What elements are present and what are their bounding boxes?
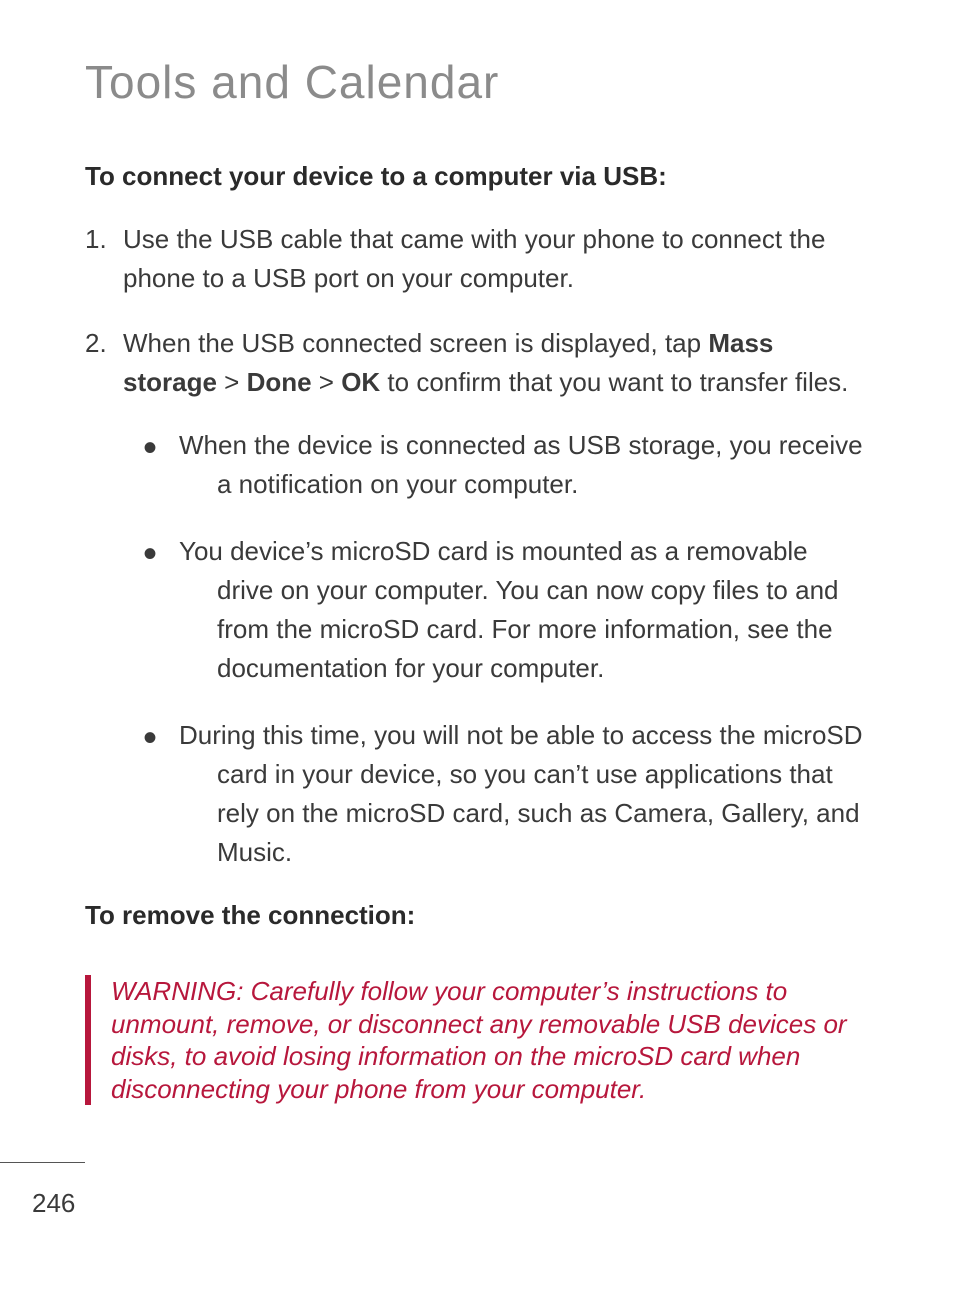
- bullet-item: You device’s microSD card is mounted as …: [181, 532, 869, 688]
- bullet-item: During this time, you will not be able t…: [181, 716, 869, 872]
- page-number-rule: [0, 1162, 85, 1163]
- step-2: 2.When the USB connected screen is displ…: [85, 324, 869, 872]
- step-1-text: Use the USB cable that came with your ph…: [123, 224, 825, 293]
- step-1-number: 1.: [85, 220, 123, 259]
- step-2-sep2: >: [312, 367, 342, 397]
- document-page: Tools and Calendar To connect your devic…: [0, 0, 954, 1105]
- step-2-bullets: When the device is connected as USB stor…: [123, 426, 869, 872]
- step-2-sep1: >: [217, 367, 247, 397]
- step-2-suffix: to confirm that you want to transfer fil…: [380, 367, 848, 397]
- step-2-bold-ok: OK: [341, 367, 380, 397]
- connect-usb-heading: To connect your device to a computer via…: [85, 161, 869, 192]
- step-2-number: 2.: [85, 324, 123, 363]
- warning-text: WARNING: Carefully follow your computer’…: [111, 975, 869, 1105]
- step-2-prefix: When the USB connected screen is display…: [123, 328, 708, 358]
- page-number: 246: [32, 1188, 75, 1219]
- bullet-item: When the device is connected as USB stor…: [181, 426, 869, 504]
- step-1: 1.Use the USB cable that came with your …: [85, 220, 869, 298]
- remove-connection-heading: To remove the connection:: [85, 900, 869, 931]
- warning-callout: WARNING: Carefully follow your computer’…: [85, 975, 869, 1105]
- step-2-bold-done: Done: [247, 367, 312, 397]
- page-title: Tools and Calendar: [85, 55, 869, 109]
